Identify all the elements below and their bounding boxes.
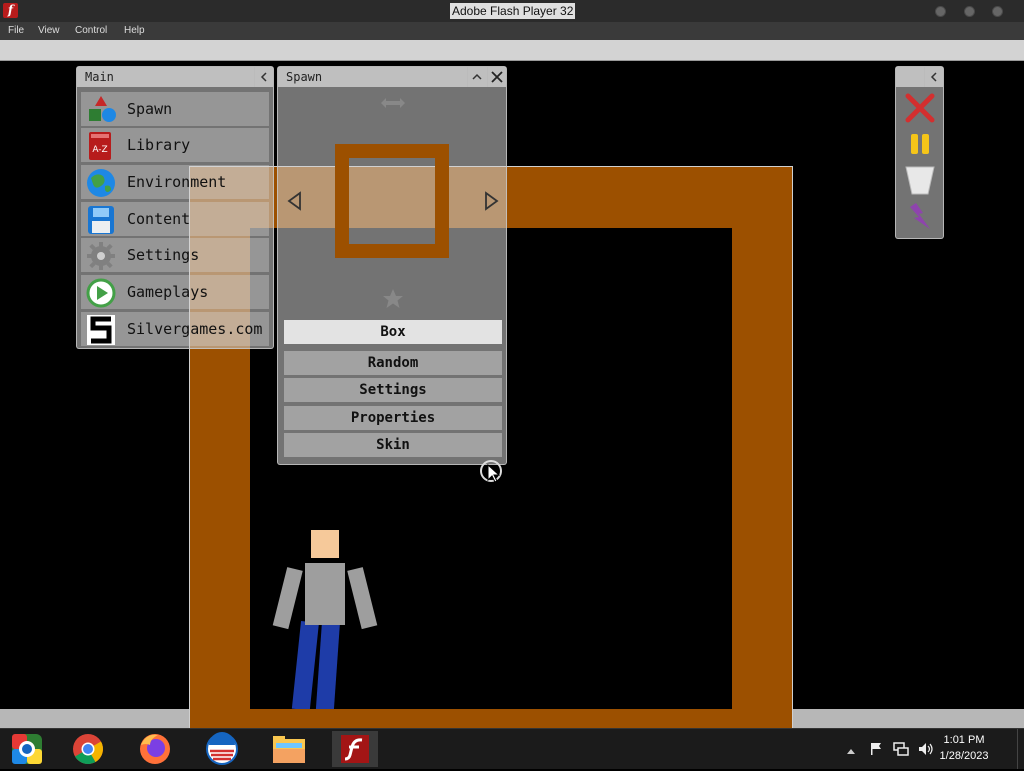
- tool-panel: [895, 66, 944, 239]
- main-item-label: Gameplays: [127, 283, 209, 301]
- main-item-label: Library: [127, 136, 191, 154]
- maximize-button[interactable]: [964, 6, 975, 17]
- main-panel-header[interactable]: Main: [77, 67, 273, 87]
- window-title: Adobe Flash Player 32: [450, 3, 576, 19]
- spawn-box-button[interactable]: Box: [284, 320, 502, 344]
- spawn-panel-header[interactable]: Spawn: [278, 67, 506, 87]
- floppy-disk-icon: [85, 205, 117, 235]
- chevron-left-icon[interactable]: [254, 67, 273, 87]
- main-item-label: Spawn: [127, 100, 173, 118]
- room-outline-right: [792, 709, 793, 728]
- file-explorer-icon[interactable]: [266, 731, 312, 767]
- main-panel-title: Main: [85, 70, 114, 84]
- funnel-icon[interactable]: [904, 164, 936, 196]
- chrome-icon[interactable]: [65, 731, 111, 767]
- spawn-preview-box[interactable]: [335, 144, 449, 258]
- main-item-label: Silvergames.com: [127, 320, 263, 338]
- flag-icon[interactable]: [869, 742, 883, 759]
- clock-date[interactable]: 1/28/2023: [929, 750, 999, 762]
- right-wall[interactable]: [732, 167, 792, 709]
- taskbar: 1:01 PM 1/28/2023: [0, 728, 1024, 769]
- silvergames-logo-icon: [85, 315, 117, 345]
- firefox-icon[interactable]: [132, 731, 178, 767]
- menu-view[interactable]: View: [38, 24, 60, 38]
- mouse-cursor: [479, 460, 503, 484]
- gear-icon: [85, 241, 117, 271]
- globe-icon: [85, 168, 117, 198]
- pause-icon[interactable]: [904, 128, 936, 160]
- ragdoll-torso[interactable]: [305, 563, 345, 625]
- close-icon[interactable]: [487, 67, 506, 87]
- ragdoll-head[interactable]: [311, 530, 339, 558]
- main-item-library[interactable]: A-Z Library: [81, 128, 269, 162]
- close-window-button[interactable]: [992, 6, 1003, 17]
- tool-panel-header[interactable]: [896, 67, 943, 87]
- main-item-settings[interactable]: Settings: [81, 238, 269, 272]
- menu-help[interactable]: Help: [124, 24, 145, 38]
- horizontal-arrows-icon[interactable]: [380, 95, 406, 109]
- menu-bar: File View Control Help: [0, 22, 1024, 40]
- network-icon[interactable]: [893, 742, 909, 759]
- spawn-panel-title: Spawn: [286, 70, 323, 84]
- main-panel: Main Spawn A-Z Library Environment Conte…: [76, 66, 274, 349]
- windows-media-center-icon[interactable]: [4, 731, 50, 767]
- spawn-panel: Spawn Box Random Settings Properties Ski…: [277, 66, 507, 465]
- show-desktop-button[interactable]: [1017, 729, 1024, 769]
- clock-time[interactable]: 1:01 PM: [929, 734, 999, 746]
- spawn-skin-button[interactable]: Skin: [284, 433, 502, 457]
- flash-player-icon[interactable]: [332, 731, 378, 767]
- spawn-random-button[interactable]: Random: [284, 351, 502, 375]
- main-item-label: Content: [127, 210, 191, 228]
- room-outline-left: [189, 709, 190, 728]
- svg-text:A-Z: A-Z: [92, 145, 107, 155]
- menu-file[interactable]: File: [8, 24, 24, 38]
- book-icon: A-Z: [85, 131, 117, 161]
- chevron-up-icon[interactable]: [467, 67, 486, 87]
- show-hidden-icons-icon[interactable]: [847, 743, 855, 757]
- triangle-right-icon[interactable]: [482, 191, 500, 211]
- main-item-environment[interactable]: Environment: [81, 165, 269, 199]
- main-item-content[interactable]: Content: [81, 202, 269, 236]
- spawn-properties-button[interactable]: Properties: [284, 406, 502, 430]
- spawn-settings-button[interactable]: Settings: [284, 378, 502, 402]
- main-item-gameplays[interactable]: Gameplays: [81, 275, 269, 309]
- shapes-icon: [85, 95, 117, 125]
- chevron-left-icon[interactable]: [924, 67, 943, 87]
- flash-icon[interactable]: f: [3, 3, 18, 18]
- title-bar: f Adobe Flash Player 32: [0, 0, 1024, 23]
- obama-logo-icon[interactable]: [199, 731, 245, 767]
- toolbar-strip: [0, 40, 1024, 61]
- red-x-icon[interactable]: [904, 92, 936, 124]
- play-icon: [85, 278, 117, 308]
- minimize-button[interactable]: [935, 6, 946, 17]
- lightning-icon[interactable]: [904, 201, 936, 233]
- main-item-silvergames[interactable]: Silvergames.com: [81, 312, 269, 346]
- menu-control[interactable]: Control: [75, 24, 107, 38]
- bottom-wall-lower[interactable]: [190, 709, 792, 728]
- main-item-label: Environment: [127, 173, 227, 191]
- main-item-spawn[interactable]: Spawn: [81, 92, 269, 126]
- triangle-left-icon[interactable]: [286, 191, 304, 211]
- star-icon[interactable]: [382, 288, 404, 310]
- main-item-label: Settings: [127, 246, 200, 264]
